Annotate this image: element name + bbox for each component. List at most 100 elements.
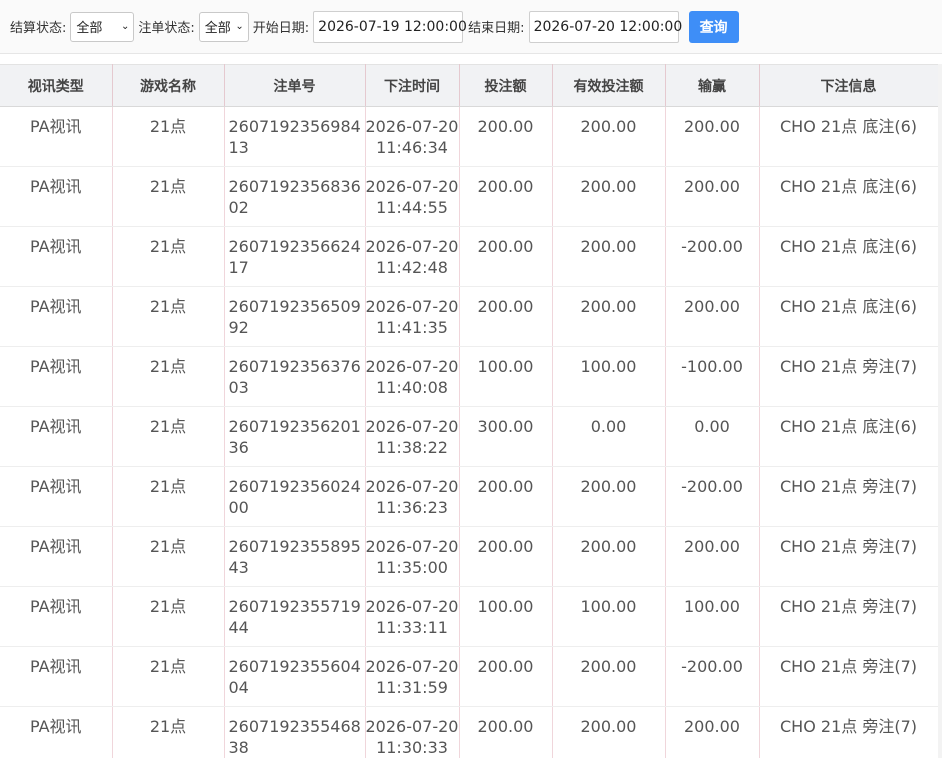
table-row: PA视讯 21点 260719235589543 2026-07-20 11:35:00…	[0, 526, 939, 587]
header-order-number: 注单号	[224, 64, 366, 107]
cell-bet-amount: 200.00	[459, 106, 553, 167]
query-button[interactable]: 查询	[688, 10, 739, 43]
cell-bet-info: CHO 21点 旁注(7)	[759, 586, 939, 647]
table-row: PA视讯 21点 260719235650992 2026-07-20 11:41:35…	[0, 286, 939, 347]
cell-order-number: 260719235602400	[224, 466, 366, 527]
cell-bet-info: CHO 21点 底注(6)	[759, 406, 939, 467]
bet-clock-time: 11:44:55	[376, 198, 448, 217]
cell-bet-time: 2026-07-20 11:40:08	[365, 346, 460, 407]
bet-clock-time: 11:36:23	[376, 498, 448, 517]
bet-clock-time: 11:42:48	[376, 258, 448, 277]
cell-video-type: PA视讯	[0, 646, 113, 707]
bet-clock-time: 11:30:33	[376, 738, 448, 757]
cell-bet-time: 2026-07-20 11:42:48	[365, 226, 460, 287]
cell-win-loss: -200.00	[665, 466, 760, 527]
settle-status-label: 结算状态:	[10, 21, 67, 36]
cell-bet-amount: 200.00	[459, 646, 553, 707]
bet-date: 2026-07-20	[365, 717, 459, 736]
cell-win-loss: -200.00	[665, 646, 760, 707]
bet-date: 2026-07-20	[365, 297, 459, 316]
cell-win-loss: 100.00	[665, 586, 760, 647]
cell-bet-time: 2026-07-20 11:41:35	[365, 286, 460, 347]
cell-bet-info: CHO 21点 底注(6)	[759, 106, 939, 167]
end-date-input[interactable]: 2026-07-20 12:00:00	[528, 10, 682, 43]
cell-game-name: 21点	[112, 286, 225, 347]
cell-video-type: PA视讯	[0, 406, 113, 467]
table-row: PA视讯 21点 260719235602400 2026-07-20 11:36:23…	[0, 466, 939, 527]
cell-valid-bet: 200.00	[552, 286, 666, 347]
table-row: PA视讯 21点 260719235662417 2026-07-20 11:42:48…	[0, 226, 939, 287]
scrollbar[interactable]	[938, 64, 942, 758]
header-bet-amount: 投注额	[459, 64, 553, 107]
header-valid-bet: 有效投注额	[552, 64, 666, 107]
cell-win-loss: 200.00	[665, 526, 760, 587]
cell-win-loss: 200.00	[665, 286, 760, 347]
cell-order-number: 260719235662417	[224, 226, 366, 287]
cell-bet-time: 2026-07-20 11:46:34	[365, 106, 460, 167]
bet-date: 2026-07-20	[365, 477, 459, 496]
table-row: PA视讯 21点 260719235683602 2026-07-20 11:44:55…	[0, 166, 939, 227]
cell-video-type: PA视讯	[0, 226, 113, 287]
bet-date: 2026-07-20	[365, 657, 459, 676]
cell-bet-amount: 200.00	[459, 526, 553, 587]
cell-bet-info: CHO 21点 底注(6)	[759, 166, 939, 227]
cell-valid-bet: 200.00	[552, 466, 666, 527]
bet-date: 2026-07-20	[365, 537, 459, 556]
cell-valid-bet: 200.00	[552, 646, 666, 707]
cell-order-number: 260719235698413	[224, 106, 366, 167]
bet-records-table: 视讯类型 游戏名称 注单号 下注时间 投注额 有效投注额 输赢 下注信息 PA视…	[0, 64, 939, 758]
header-video-type: 视讯类型	[0, 64, 113, 107]
order-status-label: 注单状态:	[138, 21, 195, 36]
cell-game-name: 21点	[112, 406, 225, 467]
cell-win-loss: 200.00	[665, 706, 760, 758]
cell-bet-amount: 200.00	[459, 466, 553, 527]
chevron-down-icon: ⌄	[235, 20, 244, 32]
cell-bet-info: CHO 21点 旁注(7)	[759, 346, 939, 407]
cell-game-name: 21点	[112, 226, 225, 287]
table-row: PA视讯 21点 260719235571944 2026-07-20 11:33:11…	[0, 586, 939, 647]
cell-bet-time: 2026-07-20 11:36:23	[365, 466, 460, 527]
cell-bet-time: 2026-07-20 11:44:55	[365, 166, 460, 227]
cell-win-loss: -200.00	[665, 226, 760, 287]
cell-win-loss: 0.00	[665, 406, 760, 467]
settle-status-value: 全部	[76, 21, 103, 36]
cell-bet-info: CHO 21点 旁注(7)	[759, 466, 939, 527]
cell-game-name: 21点	[112, 586, 225, 647]
table-row: PA视讯 21点 260719235560404 2026-07-20 11:31:59…	[0, 646, 939, 707]
bet-clock-time: 11:33:11	[376, 618, 448, 637]
cell-bet-amount: 200.00	[459, 286, 553, 347]
cell-bet-amount: 100.00	[459, 586, 553, 647]
start-date-input[interactable]: 2026-07-19 12:00:00	[313, 10, 467, 43]
cell-win-loss: -100.00	[665, 346, 760, 407]
cell-order-number: 260719235560404	[224, 646, 366, 707]
cell-order-number: 260719235650992	[224, 286, 366, 347]
cell-bet-time: 2026-07-20 11:31:59	[365, 646, 460, 707]
cell-valid-bet: 0.00	[552, 406, 666, 467]
cell-game-name: 21点	[112, 706, 225, 758]
bet-date: 2026-07-20	[365, 597, 459, 616]
cell-video-type: PA视讯	[0, 706, 113, 758]
table-row: PA视讯 21点 260719235546838 2026-07-20 11:30:33…	[0, 706, 939, 758]
chevron-down-icon: ⌄	[121, 20, 130, 32]
bet-date: 2026-07-20	[365, 237, 459, 256]
cell-game-name: 21点	[112, 346, 225, 407]
header-game-name: 游戏名称	[112, 64, 225, 107]
table-header-row: 视讯类型 游戏名称 注单号 下注时间 投注额 有效投注额 输赢 下注信息	[0, 64, 939, 107]
cell-win-loss: 200.00	[665, 106, 760, 167]
cell-order-number: 260719235589543	[224, 526, 366, 587]
bet-clock-time: 11:38:22	[376, 438, 448, 457]
bet-date: 2026-07-20	[365, 357, 459, 376]
bet-date: 2026-07-20	[365, 117, 459, 136]
filter-toolbar: 结算状态: 全部 ⌄ 注单状态: 全部 ⌄ 开始日期: 2026-07-19 1…	[0, 0, 942, 54]
cell-bet-amount: 200.00	[459, 226, 553, 287]
cell-bet-time: 2026-07-20 11:33:11	[365, 586, 460, 647]
settle-status-select[interactable]: 全部 ⌄	[70, 11, 135, 42]
order-status-select[interactable]: 全部 ⌄	[198, 11, 249, 42]
cell-bet-amount: 300.00	[459, 406, 553, 467]
cell-valid-bet: 200.00	[552, 106, 666, 167]
cell-video-type: PA视讯	[0, 526, 113, 587]
cell-video-type: PA视讯	[0, 346, 113, 407]
cell-video-type: PA视讯	[0, 466, 113, 527]
cell-valid-bet: 200.00	[552, 226, 666, 287]
order-status-value: 全部	[204, 21, 231, 36]
